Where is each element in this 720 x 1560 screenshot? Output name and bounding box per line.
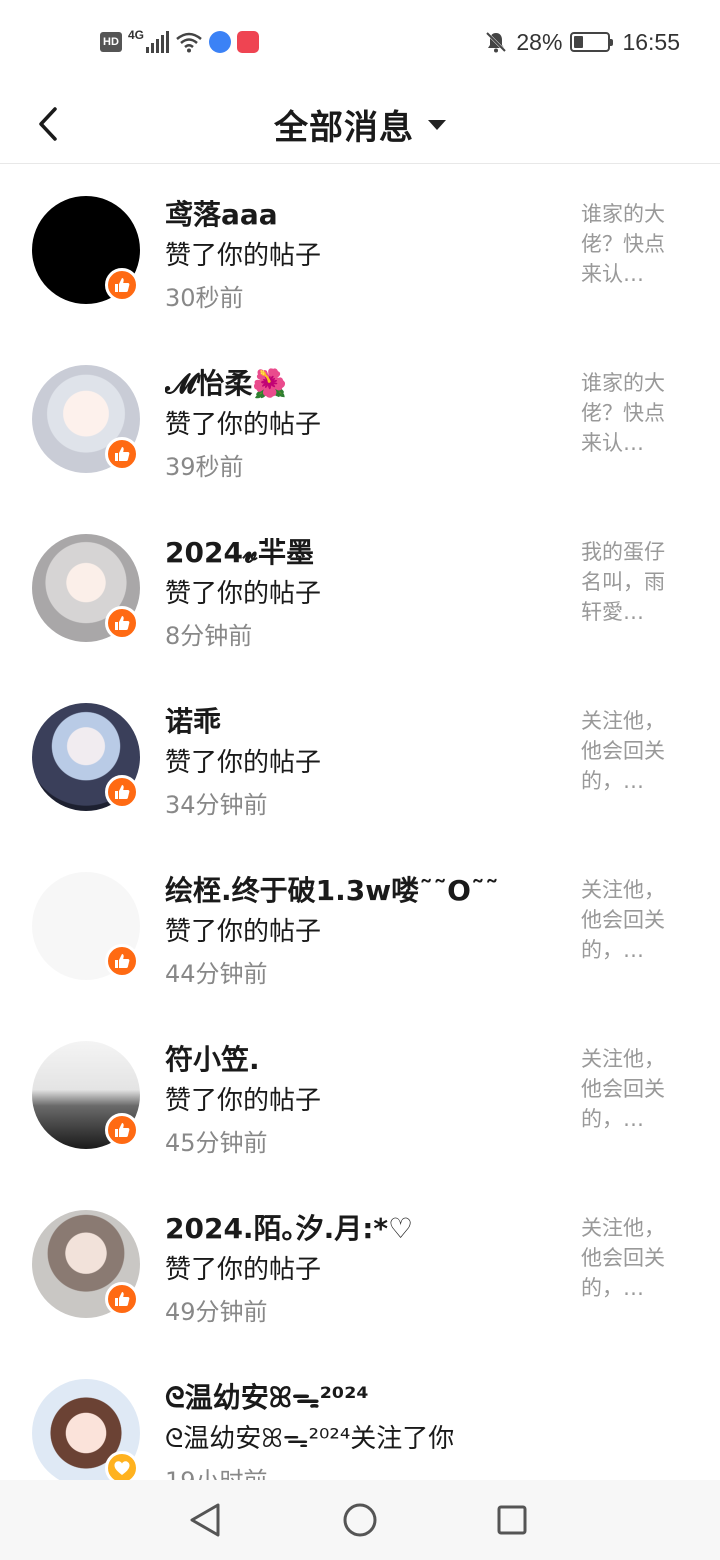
system-back-button[interactable] (183, 1498, 227, 1542)
message-time: 34分钟前 (165, 791, 268, 819)
message-item[interactable]: 𝓜怡柔🌺 赞了你的帖子 39秒前 谁家的大佬？快点来认… (0, 334, 720, 503)
message-item[interactable]: 符小笠. 赞了你的帖子 45分钟前 关注他，他会回关的，… (0, 1010, 720, 1179)
hd-icon: HD (100, 32, 122, 52)
square-recents-icon (497, 1505, 527, 1535)
message-list[interactable]: 鸢落aaa 赞了你的帖子 30秒前 谁家的大佬？快点来认… 𝓜怡柔🌺 赞了你的帖… (0, 165, 720, 1480)
status-right: 28% 16:55 (484, 26, 680, 58)
triangle-back-icon (190, 1503, 220, 1537)
like-badge-icon (105, 437, 139, 471)
title-dropdown[interactable]: 全部消息 (0, 84, 720, 164)
page-title: 全部消息 (274, 107, 414, 148)
like-badge-icon (105, 1282, 139, 1316)
message-action: ᘓ温幼安ꕤᯓ²⁰²⁴关注了你 (165, 1424, 455, 1454)
message-time: 49分钟前 (165, 1298, 268, 1326)
wifi-icon (176, 32, 202, 53)
system-home-button[interactable] (338, 1498, 382, 1542)
system-recents-button[interactable] (490, 1498, 534, 1542)
signal-icon (146, 31, 170, 53)
app-notification-icon (237, 31, 260, 53)
message-item[interactable]: ᘓ温幼安ꕤᯓ²⁰²⁴ ᘓ温幼安ꕤᯓ²⁰²⁴关注了你 19小时前 (0, 1348, 720, 1480)
system-navigation-bar (0, 1480, 720, 1560)
message-time: 45分钟前 (165, 1129, 268, 1157)
sender-name[interactable]: 诺乖 (165, 700, 221, 740)
network-type: 4G (128, 28, 145, 42)
message-item[interactable]: 诺乖 赞了你的帖子 34分钟前 关注他，他会回关的，… (0, 672, 720, 841)
sender-name[interactable]: ᘓ温幼安ꕤᯓ²⁰²⁴ (165, 1376, 369, 1416)
message-time: 44分钟前 (165, 960, 268, 988)
message-item[interactable]: 2024.陌｡汐.月:*♡ 赞了你的帖子 49分钟前 关注他，他会回关的，… (0, 1179, 720, 1348)
sender-name[interactable]: 符小笠. (165, 1038, 260, 1078)
header-bar: 全部消息 (0, 84, 720, 164)
message-time: 8分钟前 (165, 622, 253, 650)
like-badge-icon (105, 775, 139, 809)
sender-name[interactable]: 𝓜怡柔🌺 (165, 362, 287, 402)
post-preview[interactable]: 关注他，他会回关的，… (581, 875, 681, 965)
sender-name[interactable]: 绘桎.终于破1.3w喽˜˜O˜˜ (165, 869, 499, 909)
message-action: 赞了你的帖子 (165, 1255, 322, 1285)
message-action: 赞了你的帖子 (165, 241, 322, 271)
message-action: 赞了你的帖子 (165, 579, 322, 609)
like-badge-icon (105, 1113, 139, 1147)
post-preview[interactable]: 关注他，他会回关的，… (581, 1213, 681, 1303)
caret-down-icon (428, 120, 446, 130)
status-left: HD 4G (100, 26, 260, 58)
message-action: 赞了你的帖子 (165, 410, 322, 440)
battery-percent: 28% (516, 28, 563, 55)
app-notification-icon (209, 31, 232, 53)
message-time: 30秒前 (165, 284, 244, 312)
message-action: 赞了你的帖子 (165, 748, 322, 778)
message-item[interactable]: 绘桎.终于破1.3w喽˜˜O˜˜ 赞了你的帖子 44分钟前 关注他，他会回关的，… (0, 841, 720, 1010)
status-bar: HD 4G 28% 16:55 (0, 0, 720, 84)
message-item[interactable]: 2024𝓿羋墨 赞了你的帖子 8分钟前 我的蛋仔名叫，雨轩愛… (0, 503, 720, 672)
message-time: 39秒前 (165, 453, 244, 481)
post-preview[interactable]: 谁家的大佬？快点来认… (581, 368, 681, 458)
message-action: 赞了你的帖子 (165, 917, 322, 947)
like-badge-icon (105, 268, 139, 302)
message-item[interactable]: 鸢落aaa 赞了你的帖子 30秒前 谁家的大佬？快点来认… (0, 165, 720, 334)
like-badge-icon (105, 944, 139, 978)
battery-fill (574, 36, 584, 48)
post-preview[interactable]: 关注他，他会回关的，… (581, 1044, 681, 1134)
like-badge-icon (105, 606, 139, 640)
message-action: 赞了你的帖子 (165, 1086, 322, 1116)
sender-name[interactable]: 2024.陌｡汐.月:*♡ (165, 1207, 413, 1247)
post-preview[interactable]: 关注他，他会回关的，… (581, 706, 681, 796)
follow-badge-icon (105, 1451, 139, 1480)
mute-bell-icon (486, 31, 507, 53)
post-preview[interactable]: 谁家的大佬？快点来认… (581, 199, 681, 289)
post-preview[interactable]: 我的蛋仔名叫，雨轩愛… (581, 537, 681, 627)
message-time: 19小时前 (165, 1461, 268, 1480)
circle-home-icon (343, 1503, 377, 1537)
clock: 16:55 (622, 28, 680, 55)
battery-charging-icon (570, 32, 614, 52)
sender-name[interactable]: 2024𝓿羋墨 (165, 531, 314, 571)
sender-name[interactable]: 鸢落aaa (165, 193, 278, 233)
